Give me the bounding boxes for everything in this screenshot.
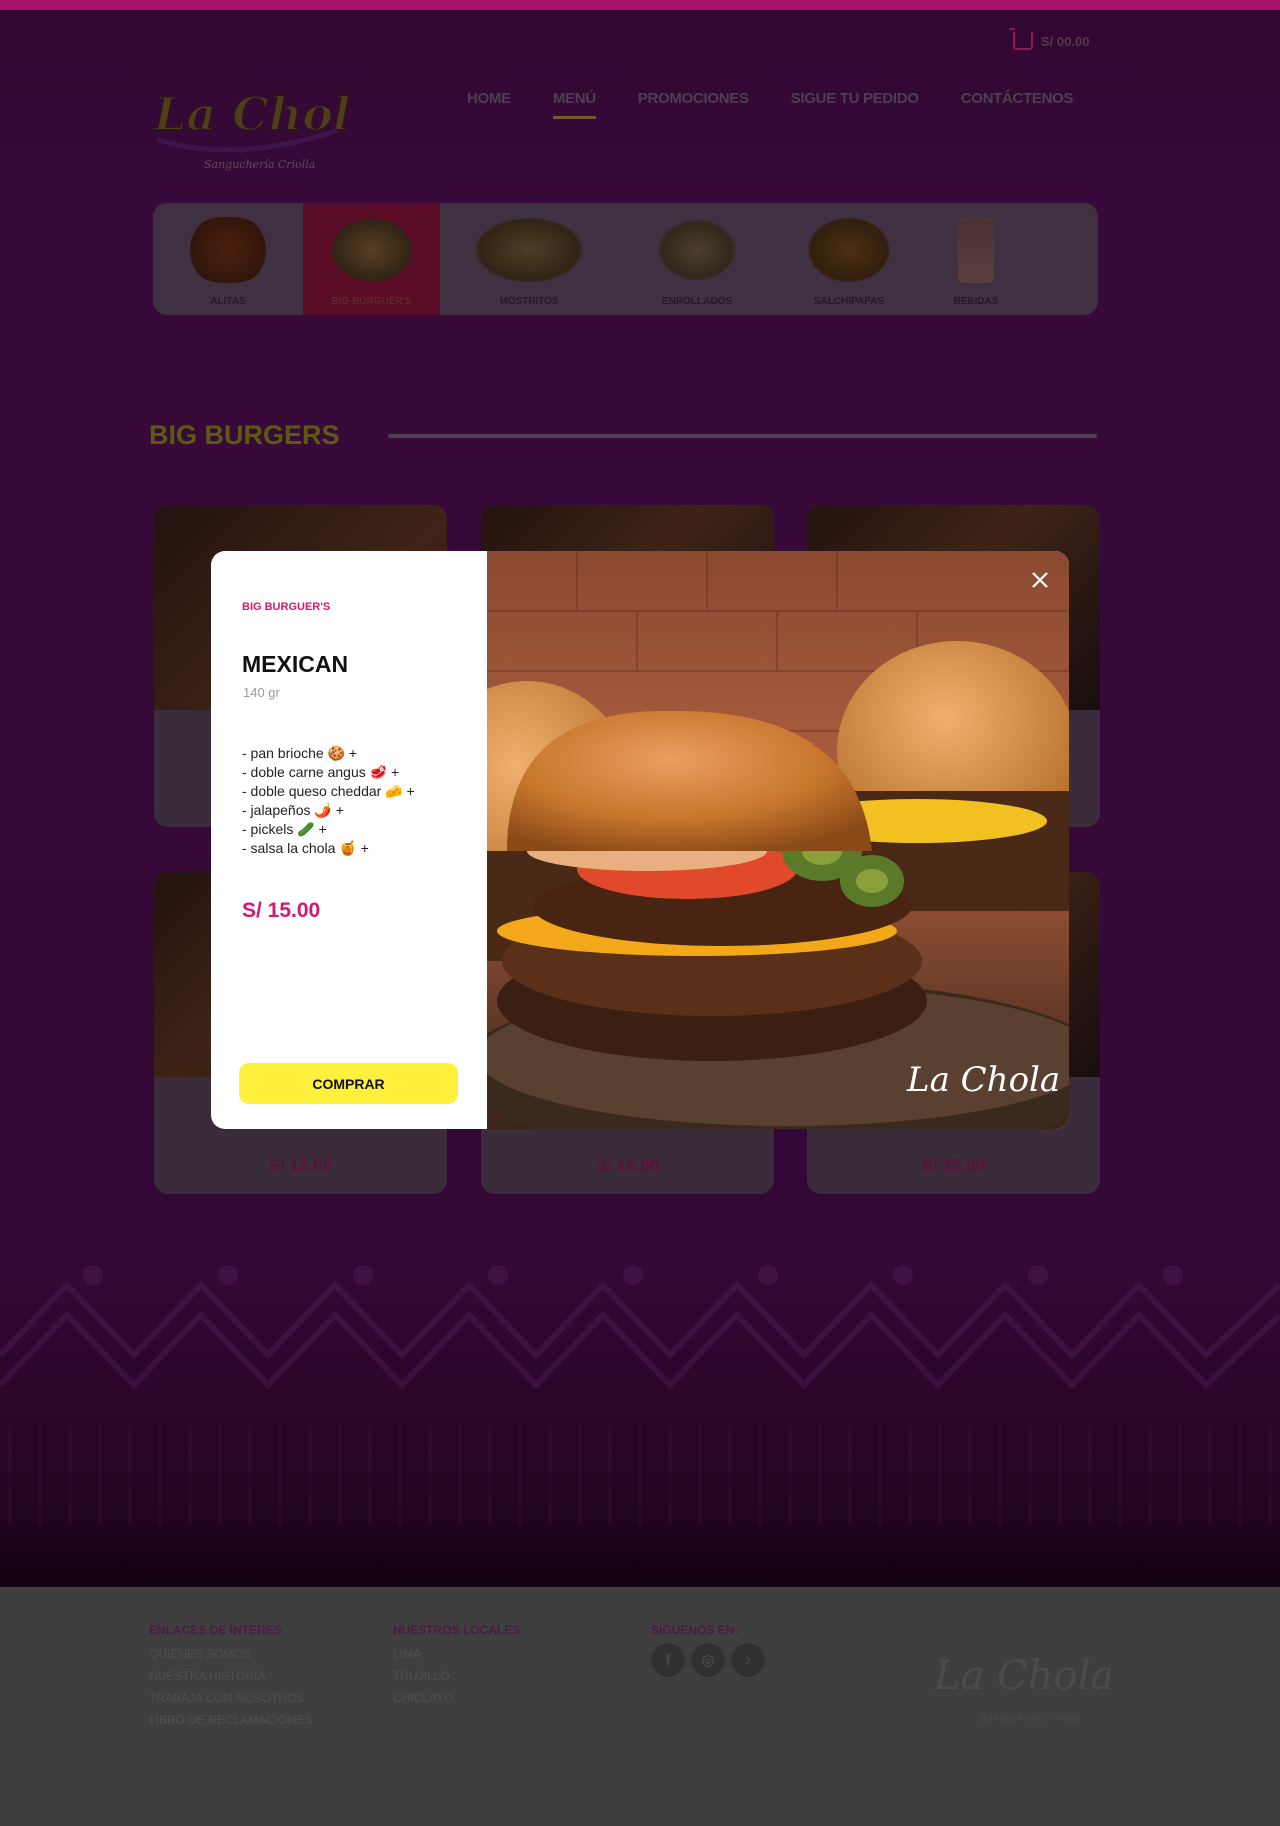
ingredient-item: - pan brioche 🍪 + [242, 745, 358, 761]
buy-button[interactable]: COMPRAR [239, 1063, 458, 1104]
ingredient-item: - doble carne angus 🥩 + [242, 764, 400, 780]
close-icon[interactable] [1025, 565, 1055, 595]
ingredient-item: - doble queso cheddar 🧀 + [242, 783, 415, 799]
modal-info-panel: BIG BURGUER'S MEXICAN 140 gr - pan brioc… [211, 551, 487, 1129]
modal-product-weight: 140 gr [243, 685, 280, 700]
product-modal: BIG BURGUER'S MEXICAN 140 gr - pan brioc… [211, 551, 1069, 1129]
photo-watermark: La Chola [906, 1060, 1060, 1100]
product-photo: La Chola [487, 551, 1069, 1129]
ingredient-item: - salsa la chola 🍯 + [242, 840, 369, 856]
modal-product-price: S/ 15.00 [242, 899, 321, 922]
modal-product-title: MEXICAN [242, 651, 349, 677]
ingredient-item: - pickels 🥒 + [242, 821, 327, 837]
modal-category: BIG BURGUER'S [242, 601, 331, 613]
modal-ingredients-list: - pan brioche 🍪 + - doble carne angus 🥩 … [242, 744, 415, 858]
ingredient-item: - jalapeños 🌶️ + [242, 802, 344, 818]
